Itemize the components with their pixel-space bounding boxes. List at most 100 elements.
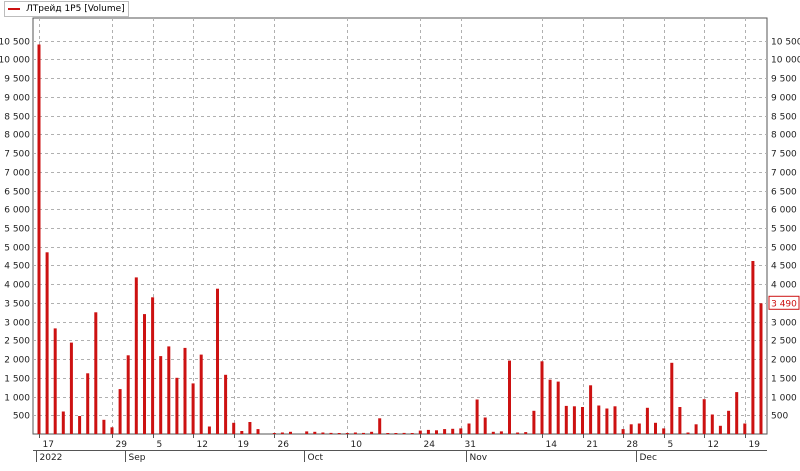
volume-bar: [637, 423, 641, 434]
volume-bar: [110, 427, 114, 434]
y-tick-label-left: 6 000: [4, 206, 30, 216]
y-tick-label-right: 10 500: [771, 38, 800, 48]
y-tick-label-right: 6 500: [771, 188, 797, 198]
volume-bar: [410, 433, 414, 434]
volume-bar: [564, 405, 568, 434]
y-tick-label-right: 9 000: [771, 94, 797, 104]
y-tick-label-left: 2 500: [4, 337, 30, 347]
y-tick-label-right: 6 000: [771, 206, 797, 216]
y-tick-label-left: 2 000: [4, 356, 30, 366]
y-tick-label-left: 4 000: [4, 281, 30, 291]
volume-bar: [313, 431, 317, 434]
y-tick-label-left: 10 500: [0, 38, 30, 48]
y-tick-label-left: 5 500: [4, 225, 30, 235]
volume-bar: [572, 406, 576, 434]
y-tick-label-right: 3 000: [771, 319, 797, 329]
volume-bar: [556, 381, 560, 434]
volume-bar: [207, 426, 211, 434]
volume-bar: [597, 405, 601, 434]
volume-bar: [743, 423, 747, 434]
volume-bar: [491, 431, 495, 434]
volume-bar: [581, 407, 584, 434]
y-tick-label-right: 5 500: [771, 225, 797, 235]
volume-bar: [686, 432, 690, 434]
y-tick-label-left: 10 000: [0, 56, 30, 66]
volume-bar: [167, 346, 171, 434]
x-tick-label: 14: [546, 440, 558, 450]
y-tick-label-right: 1 500: [771, 375, 797, 385]
y-tick-label-right: 5 000: [771, 244, 797, 254]
volume-bar: [645, 407, 649, 434]
volume-bar: [670, 362, 674, 434]
volume-bar: [532, 410, 536, 434]
volume-bar: [94, 312, 98, 434]
x-tick-label: 24: [424, 440, 436, 450]
volume-bar: [143, 314, 146, 434]
volume-bar: [102, 419, 106, 434]
x-tick-label: 19: [749, 440, 761, 450]
y-tick-label-left: 4 500: [4, 262, 30, 272]
volume-bar: [727, 410, 731, 434]
volume-bar: [499, 431, 503, 434]
legend-swatch: [8, 8, 20, 10]
volume-bar: [53, 328, 57, 434]
x-tick-label: 29: [116, 440, 128, 450]
y-tick-label-right: 7 000: [771, 169, 797, 179]
x-tick-label: 31: [465, 440, 476, 450]
volume-bar: [402, 432, 406, 434]
volume-bar: [232, 422, 236, 434]
volume-bar: [605, 408, 609, 434]
volume-bar: [443, 429, 447, 434]
volume-bar: [61, 411, 65, 434]
x-tick-label: 12: [708, 440, 719, 450]
volume-bar: [199, 354, 203, 434]
y-tick-label-left: 8 500: [4, 113, 30, 123]
volume-bar: [483, 417, 487, 434]
volume-bar: [475, 399, 479, 434]
y-tick-label-right: 1 000: [771, 394, 797, 404]
volume-bar: [216, 288, 219, 434]
volume-bar: [272, 433, 276, 434]
volume-bar: [508, 360, 511, 434]
period-label: Oct: [308, 453, 324, 463]
volume-bar: [191, 383, 195, 434]
volume-bar: [678, 407, 682, 434]
volume-bar: [37, 44, 41, 434]
volume-bar: [175, 377, 179, 434]
x-tick-label: 19: [238, 440, 250, 450]
y-tick-label-right: 7 500: [771, 150, 797, 160]
volume-bar: [710, 414, 714, 434]
x-tick-label: 26: [278, 440, 290, 450]
volume-bar: [159, 356, 163, 434]
x-tick-label: 17: [43, 440, 54, 450]
volume-bar: [418, 430, 422, 434]
volume-bar: [540, 361, 544, 434]
volume-bar: [589, 385, 593, 434]
y-tick-label-left: 1 000: [4, 394, 30, 404]
y-tick-label-left: 1 500: [4, 375, 30, 385]
volume-bar: [134, 277, 138, 434]
volume-bar: [718, 425, 722, 434]
y-tick-label-right: 2 000: [771, 356, 797, 366]
volume-bar: [378, 418, 382, 434]
volume-bar: [183, 347, 187, 434]
volume-bar: [305, 431, 309, 434]
y-tick-label-left: 9 500: [4, 75, 30, 85]
y-tick-label-left: 8 000: [4, 131, 30, 141]
volume-bar: [613, 406, 617, 434]
chart-canvas: 500 500 1 000 1 000 1 500 1 500 2 000 2 000 2 50…: [0, 17, 800, 463]
volume-bar: [126, 355, 130, 434]
volume-bar: [386, 433, 390, 434]
volume-bar: [370, 431, 374, 434]
volume-bar: [516, 432, 520, 434]
volume-bar: [759, 303, 763, 434]
volume-bar: [289, 431, 292, 434]
y-tick-label-right: 4 000: [771, 281, 797, 291]
y-tick-label-left: 500: [13, 412, 30, 422]
volume-bar: [694, 424, 698, 434]
period-label: Dec: [640, 453, 657, 463]
volume-bar: [337, 433, 341, 434]
legend: ЛТрейд 1Р5 [Volume]: [4, 1, 129, 17]
volume-bar: [45, 252, 49, 434]
volume-bar: [751, 261, 755, 434]
